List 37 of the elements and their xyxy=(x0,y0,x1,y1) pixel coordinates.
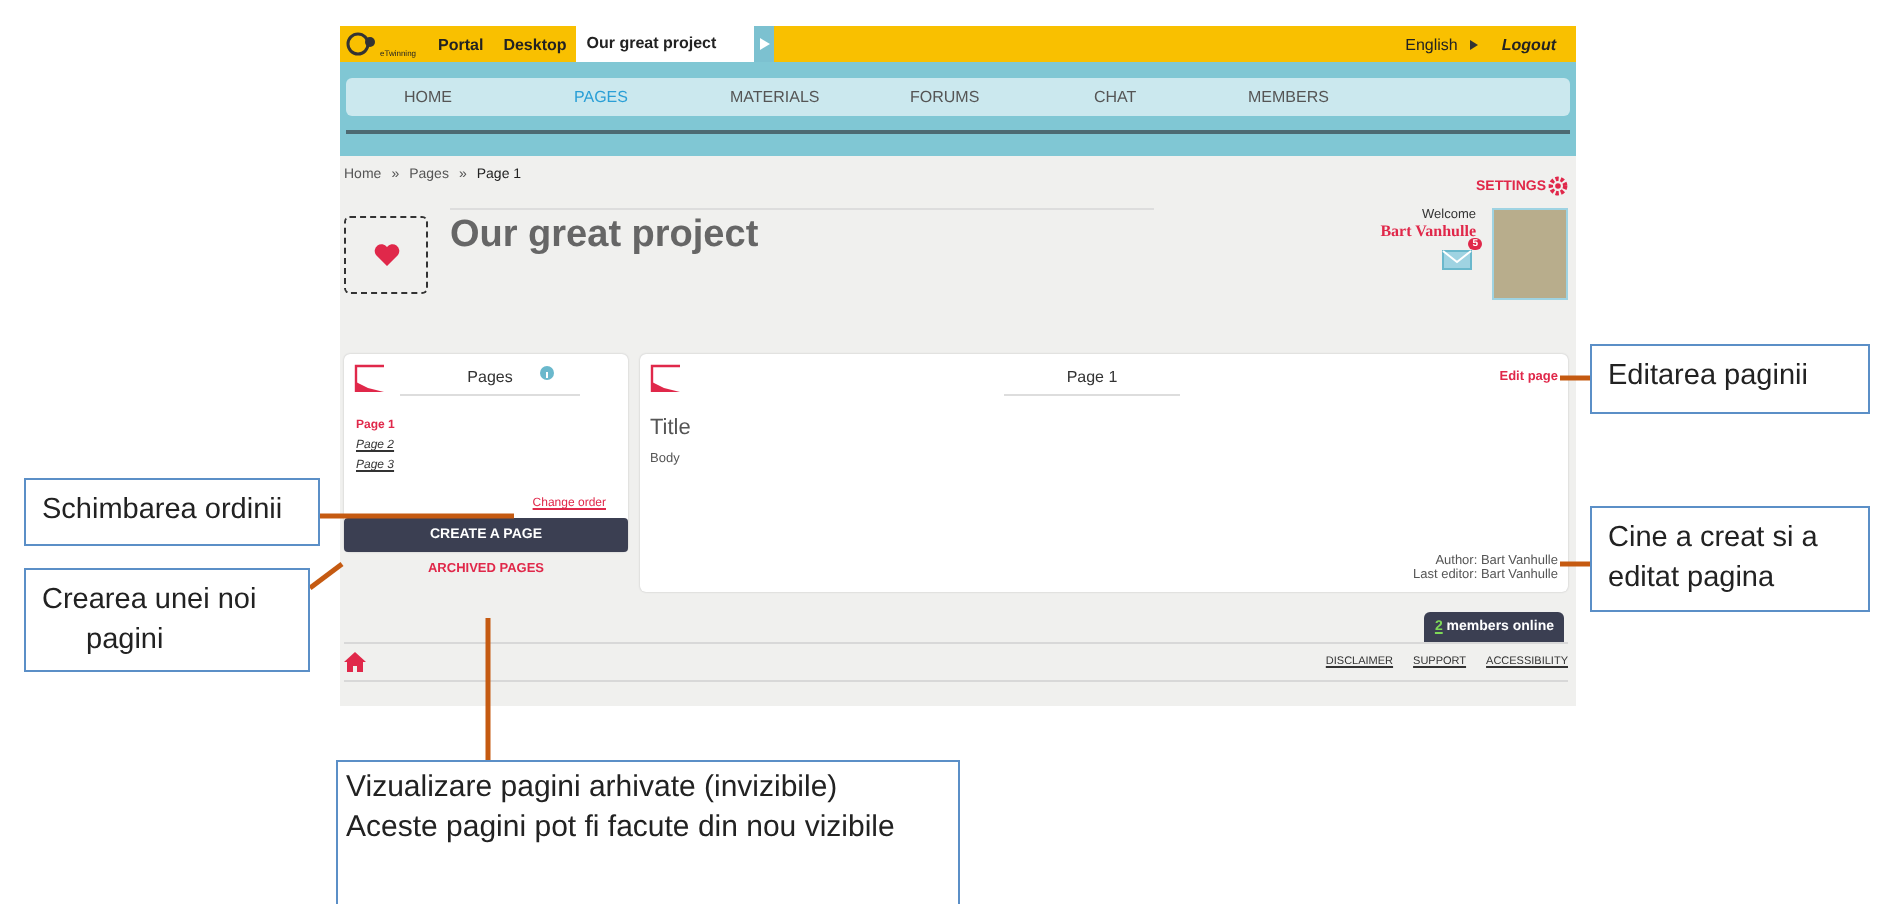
nav-tab[interactable]: MEMBERS xyxy=(1248,88,1329,106)
leader-line xyxy=(1560,375,1590,381)
home-icon[interactable] xyxy=(344,652,366,672)
nav-tab[interactable]: FORUMS xyxy=(910,88,1094,106)
envelope-icon[interactable] xyxy=(1442,250,1472,270)
settings-icon xyxy=(1548,176,1568,196)
nav-tab[interactable]: MATERIALS xyxy=(730,88,910,106)
callout-text: pagini xyxy=(84,621,166,660)
logo-icon xyxy=(346,31,378,57)
expand-button[interactable] xyxy=(754,26,775,62)
project-tab[interactable]: Our great project xyxy=(576,26,755,62)
leader-line xyxy=(308,562,344,590)
nav-tab[interactable]: HOME xyxy=(404,88,574,106)
content-title: Title xyxy=(650,416,693,440)
user-name-link[interactable]: Bart Vanhulle xyxy=(1380,222,1476,240)
leader-line xyxy=(1560,561,1590,567)
page-icon xyxy=(650,364,682,394)
project-title: Our great project xyxy=(450,214,761,258)
info-icon[interactable] xyxy=(540,366,554,380)
play-icon xyxy=(759,38,770,50)
callout-text: Vizualizare pagini arhivate (invizibile) xyxy=(346,768,840,808)
callout-text: Cine a creat si a editat pagina xyxy=(1608,520,1820,598)
panel-title: Page 1 xyxy=(1004,364,1180,396)
top-link[interactable]: Portal xyxy=(428,35,494,53)
top-link[interactable]: Desktop xyxy=(493,35,577,53)
nav-tab[interactable]: CHAT xyxy=(1094,88,1248,106)
heart-icon xyxy=(373,244,399,266)
page-icon xyxy=(354,364,386,394)
leader-line xyxy=(485,618,491,760)
language-link[interactable]: English xyxy=(1405,35,1458,53)
callout-text: Aceste pagini pot fi facute din nou vizibile xyxy=(346,808,897,849)
callout-text: Schimbarea ordinii xyxy=(42,492,285,530)
callout-text: Editarea paginii xyxy=(1608,358,1810,396)
photo-placeholder xyxy=(1492,208,1568,300)
logout-link[interactable]: Logout xyxy=(1501,35,1556,53)
play-icon xyxy=(1469,39,1478,49)
callout-text: Crearea unei noi xyxy=(42,582,259,620)
